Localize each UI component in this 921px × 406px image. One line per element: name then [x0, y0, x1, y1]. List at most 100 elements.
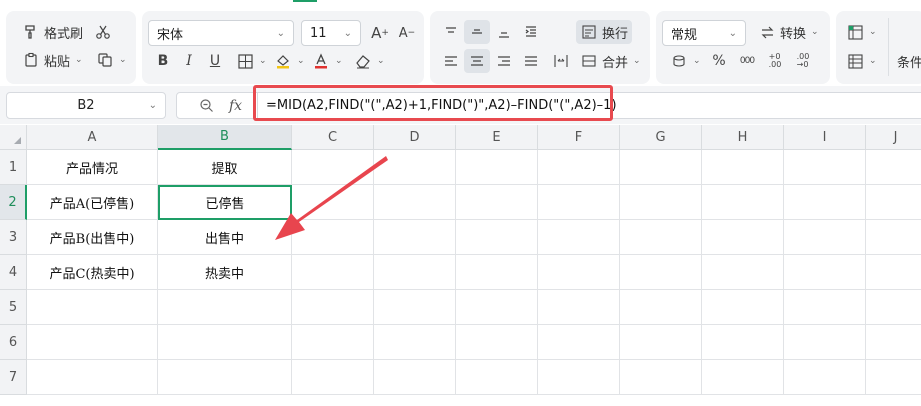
clear-format-button[interactable]: ⌄: [350, 49, 389, 73]
cell-h7[interactable]: [702, 360, 784, 395]
number-format-select[interactable]: 常规 ⌄: [662, 20, 746, 46]
insert-function-button[interactable]: fx: [229, 98, 242, 114]
column-header-j[interactable]: J: [866, 125, 921, 150]
font-size-select[interactable]: 11 ⌄: [301, 20, 361, 46]
cell-i5[interactable]: [784, 290, 866, 325]
cell-j6[interactable]: [866, 325, 921, 360]
cell-f1[interactable]: [538, 150, 620, 185]
cell-b4[interactable]: 热卖中: [158, 255, 292, 290]
cell-e4[interactable]: [456, 255, 538, 290]
cell-style-button[interactable]: ⌄: [842, 20, 881, 44]
currency-button[interactable]: ⌄: [666, 49, 705, 73]
cell-c1[interactable]: [292, 150, 374, 185]
cell-a5[interactable]: [27, 290, 158, 325]
cell-j7[interactable]: [866, 360, 921, 395]
cell-a3[interactable]: 产品B(出售中): [27, 220, 158, 255]
cell-a7[interactable]: [27, 360, 158, 395]
cell-e6[interactable]: [456, 325, 538, 360]
column-header-g[interactable]: G: [620, 125, 702, 150]
cell-d1[interactable]: [374, 150, 456, 185]
column-header-a[interactable]: A: [27, 125, 158, 150]
cell-f2[interactable]: [538, 185, 620, 220]
cell-b2[interactable]: 已停售: [158, 185, 292, 220]
cell-e1[interactable]: [456, 150, 538, 185]
cell-c4[interactable]: [292, 255, 374, 290]
column-header-i[interactable]: I: [784, 125, 866, 150]
row-header-7[interactable]: 7: [0, 360, 27, 395]
cell-i2[interactable]: [784, 185, 866, 220]
cell-f5[interactable]: [538, 290, 620, 325]
align-right-button[interactable]: [491, 49, 517, 73]
column-header-d[interactable]: D: [374, 125, 456, 150]
row-header-2[interactable]: 2: [0, 185, 27, 220]
cell-e5[interactable]: [456, 290, 538, 325]
cell-i1[interactable]: [784, 150, 866, 185]
cell-b5[interactable]: [158, 290, 292, 325]
column-header-b[interactable]: B: [158, 125, 292, 150]
cell-i4[interactable]: [784, 255, 866, 290]
zoom-search-icon[interactable]: [197, 97, 215, 115]
increase-decimal-button[interactable]: +0.00: [762, 49, 788, 73]
cell-e3[interactable]: [456, 220, 538, 255]
row-header-6[interactable]: 6: [0, 325, 27, 360]
align-top-button[interactable]: [438, 20, 464, 44]
cell-d2[interactable]: [374, 185, 456, 220]
column-header-c[interactable]: C: [292, 125, 374, 150]
row-header-1[interactable]: 1: [0, 150, 27, 185]
cell-g2[interactable]: [620, 185, 702, 220]
cell-j4[interactable]: [866, 255, 921, 290]
column-header-e[interactable]: E: [456, 125, 538, 150]
cell-f6[interactable]: [538, 325, 620, 360]
cell-h1[interactable]: [702, 150, 784, 185]
convert-button[interactable]: 转换 ⌄: [754, 20, 823, 44]
cell-d6[interactable]: [374, 325, 456, 360]
justify-button[interactable]: [518, 49, 544, 73]
cell-a1[interactable]: 产品情况: [27, 150, 158, 185]
cell-b7[interactable]: [158, 360, 292, 395]
cell-h5[interactable]: [702, 290, 784, 325]
cell-g5[interactable]: [620, 290, 702, 325]
cell-c6[interactable]: [292, 325, 374, 360]
paste-button[interactable]: 粘贴 ⌄: [18, 48, 87, 72]
cell-i6[interactable]: [784, 325, 866, 360]
italic-button[interactable]: I: [176, 49, 202, 73]
cell-g1[interactable]: [620, 150, 702, 185]
cell-h3[interactable]: [702, 220, 784, 255]
cell-i3[interactable]: [784, 220, 866, 255]
cell-a2[interactable]: 产品A(已停售): [27, 185, 158, 220]
cell-b3[interactable]: 出售中: [158, 220, 292, 255]
thousands-separator-button[interactable]: 000: [734, 49, 760, 73]
cell-f7[interactable]: [538, 360, 620, 395]
underline-button[interactable]: U: [202, 49, 228, 73]
cut-button[interactable]: [90, 20, 116, 44]
indent-button[interactable]: [518, 20, 544, 44]
cell-g3[interactable]: [620, 220, 702, 255]
cell-h2[interactable]: [702, 185, 784, 220]
bold-button[interactable]: B: [150, 49, 176, 73]
align-left-button[interactable]: [438, 49, 464, 73]
column-header-f[interactable]: F: [538, 125, 620, 150]
cell-a6[interactable]: [27, 325, 158, 360]
align-bottom-button[interactable]: [491, 20, 517, 44]
cell-d7[interactable]: [374, 360, 456, 395]
cell-g4[interactable]: [620, 255, 702, 290]
cell-g7[interactable]: [620, 360, 702, 395]
cell-b6[interactable]: [158, 325, 292, 360]
cell-d4[interactable]: [374, 255, 456, 290]
cell-h4[interactable]: [702, 255, 784, 290]
cell-c7[interactable]: [292, 360, 374, 395]
cell-a4[interactable]: 产品C(热卖中): [27, 255, 158, 290]
merge-cells-button[interactable]: 合并 ⌄: [576, 49, 645, 73]
cell-j5[interactable]: [866, 290, 921, 325]
cell-j3[interactable]: [866, 220, 921, 255]
cell-j2[interactable]: [866, 185, 921, 220]
distributed-align-button[interactable]: [548, 49, 574, 73]
percent-button[interactable]: %: [706, 49, 732, 73]
borders-button[interactable]: ⌄: [232, 49, 271, 73]
cell-e2[interactable]: [456, 185, 538, 220]
decrease-decimal-button[interactable]: .00 →0: [790, 49, 816, 73]
font-color-button[interactable]: ⌄: [308, 49, 347, 73]
align-center-button[interactable]: [464, 49, 490, 73]
column-header-h[interactable]: H: [702, 125, 784, 150]
cell-j1[interactable]: [866, 150, 921, 185]
